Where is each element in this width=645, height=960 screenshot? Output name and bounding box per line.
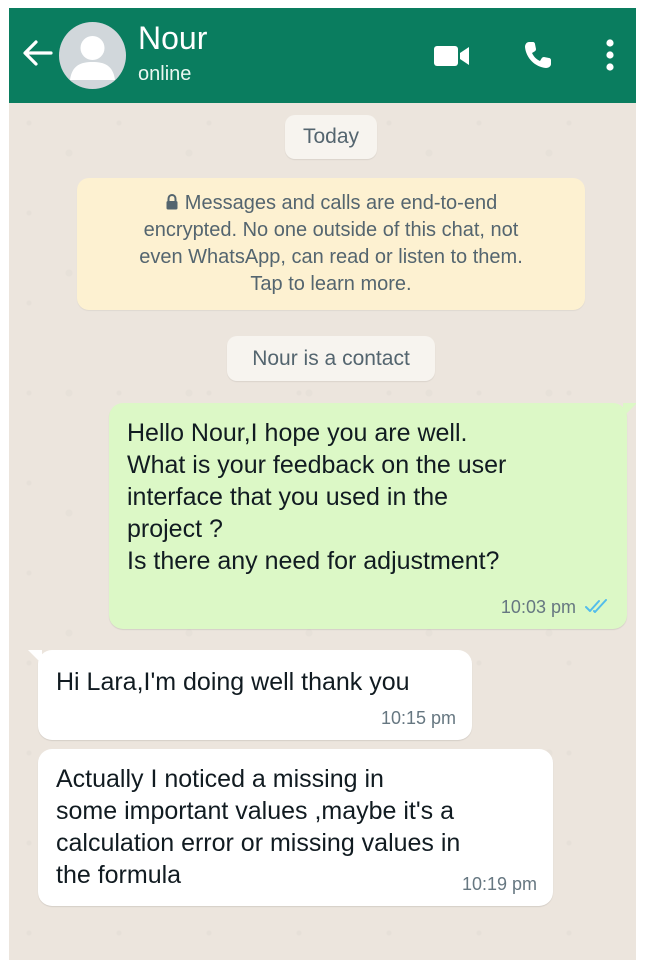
message-time: 10:03 pm <box>500 597 576 617</box>
video-call-icon[interactable] <box>433 43 471 69</box>
message-meta: 10:03 pm <box>501 597 611 617</box>
contact-name[interactable]: Nour <box>138 20 207 56</box>
contact-label-pill: Nour is a contact <box>227 336 435 381</box>
incoming-message[interactable]: Hi Lara,I'm doing well thank you 10:15 p… <box>28 650 472 740</box>
incoming-message[interactable]: Actually I noticed a missing in some imp… <box>38 749 553 906</box>
message-list[interactable]: Today Messages and calls are end-to-end … <box>9 103 636 960</box>
chat-screen: Nour online Today Messages and calls are… <box>9 8 636 960</box>
read-ticks-icon <box>585 599 607 613</box>
message-time: 10:19 pm <box>461 874 537 894</box>
encryption-notice-text: Messages and calls are end-to-end encryp… <box>139 192 523 295</box>
message-text: Actually I noticed a missing in some imp… <box>56 765 461 889</box>
back-arrow-icon[interactable] <box>21 38 53 68</box>
lock-icon <box>166 193 178 210</box>
avatar[interactable] <box>59 22 126 89</box>
contact-label: Nour is a contact <box>252 347 410 370</box>
message-time: 10:15 pm <box>380 708 456 728</box>
outgoing-message[interactable]: Hello Nour,I hope you are well. What is … <box>109 403 636 629</box>
message-text: Hi Lara,I'm doing well thank you <box>56 668 410 696</box>
encryption-notice[interactable]: Messages and calls are end-to-end encryp… <box>77 178 585 310</box>
default-avatar-icon <box>70 36 115 80</box>
date-separator: Today <box>285 115 377 159</box>
date-label: Today <box>302 125 360 148</box>
bubble-tail <box>623 403 636 417</box>
bubble-tail <box>28 650 42 664</box>
voice-call-icon[interactable] <box>522 39 554 71</box>
contact-status: online <box>138 63 192 85</box>
message-text: Hello Nour,I hope you are well. What is … <box>127 419 507 575</box>
chat-header: Nour online <box>9 8 636 103</box>
more-options-icon[interactable] <box>604 37 616 73</box>
